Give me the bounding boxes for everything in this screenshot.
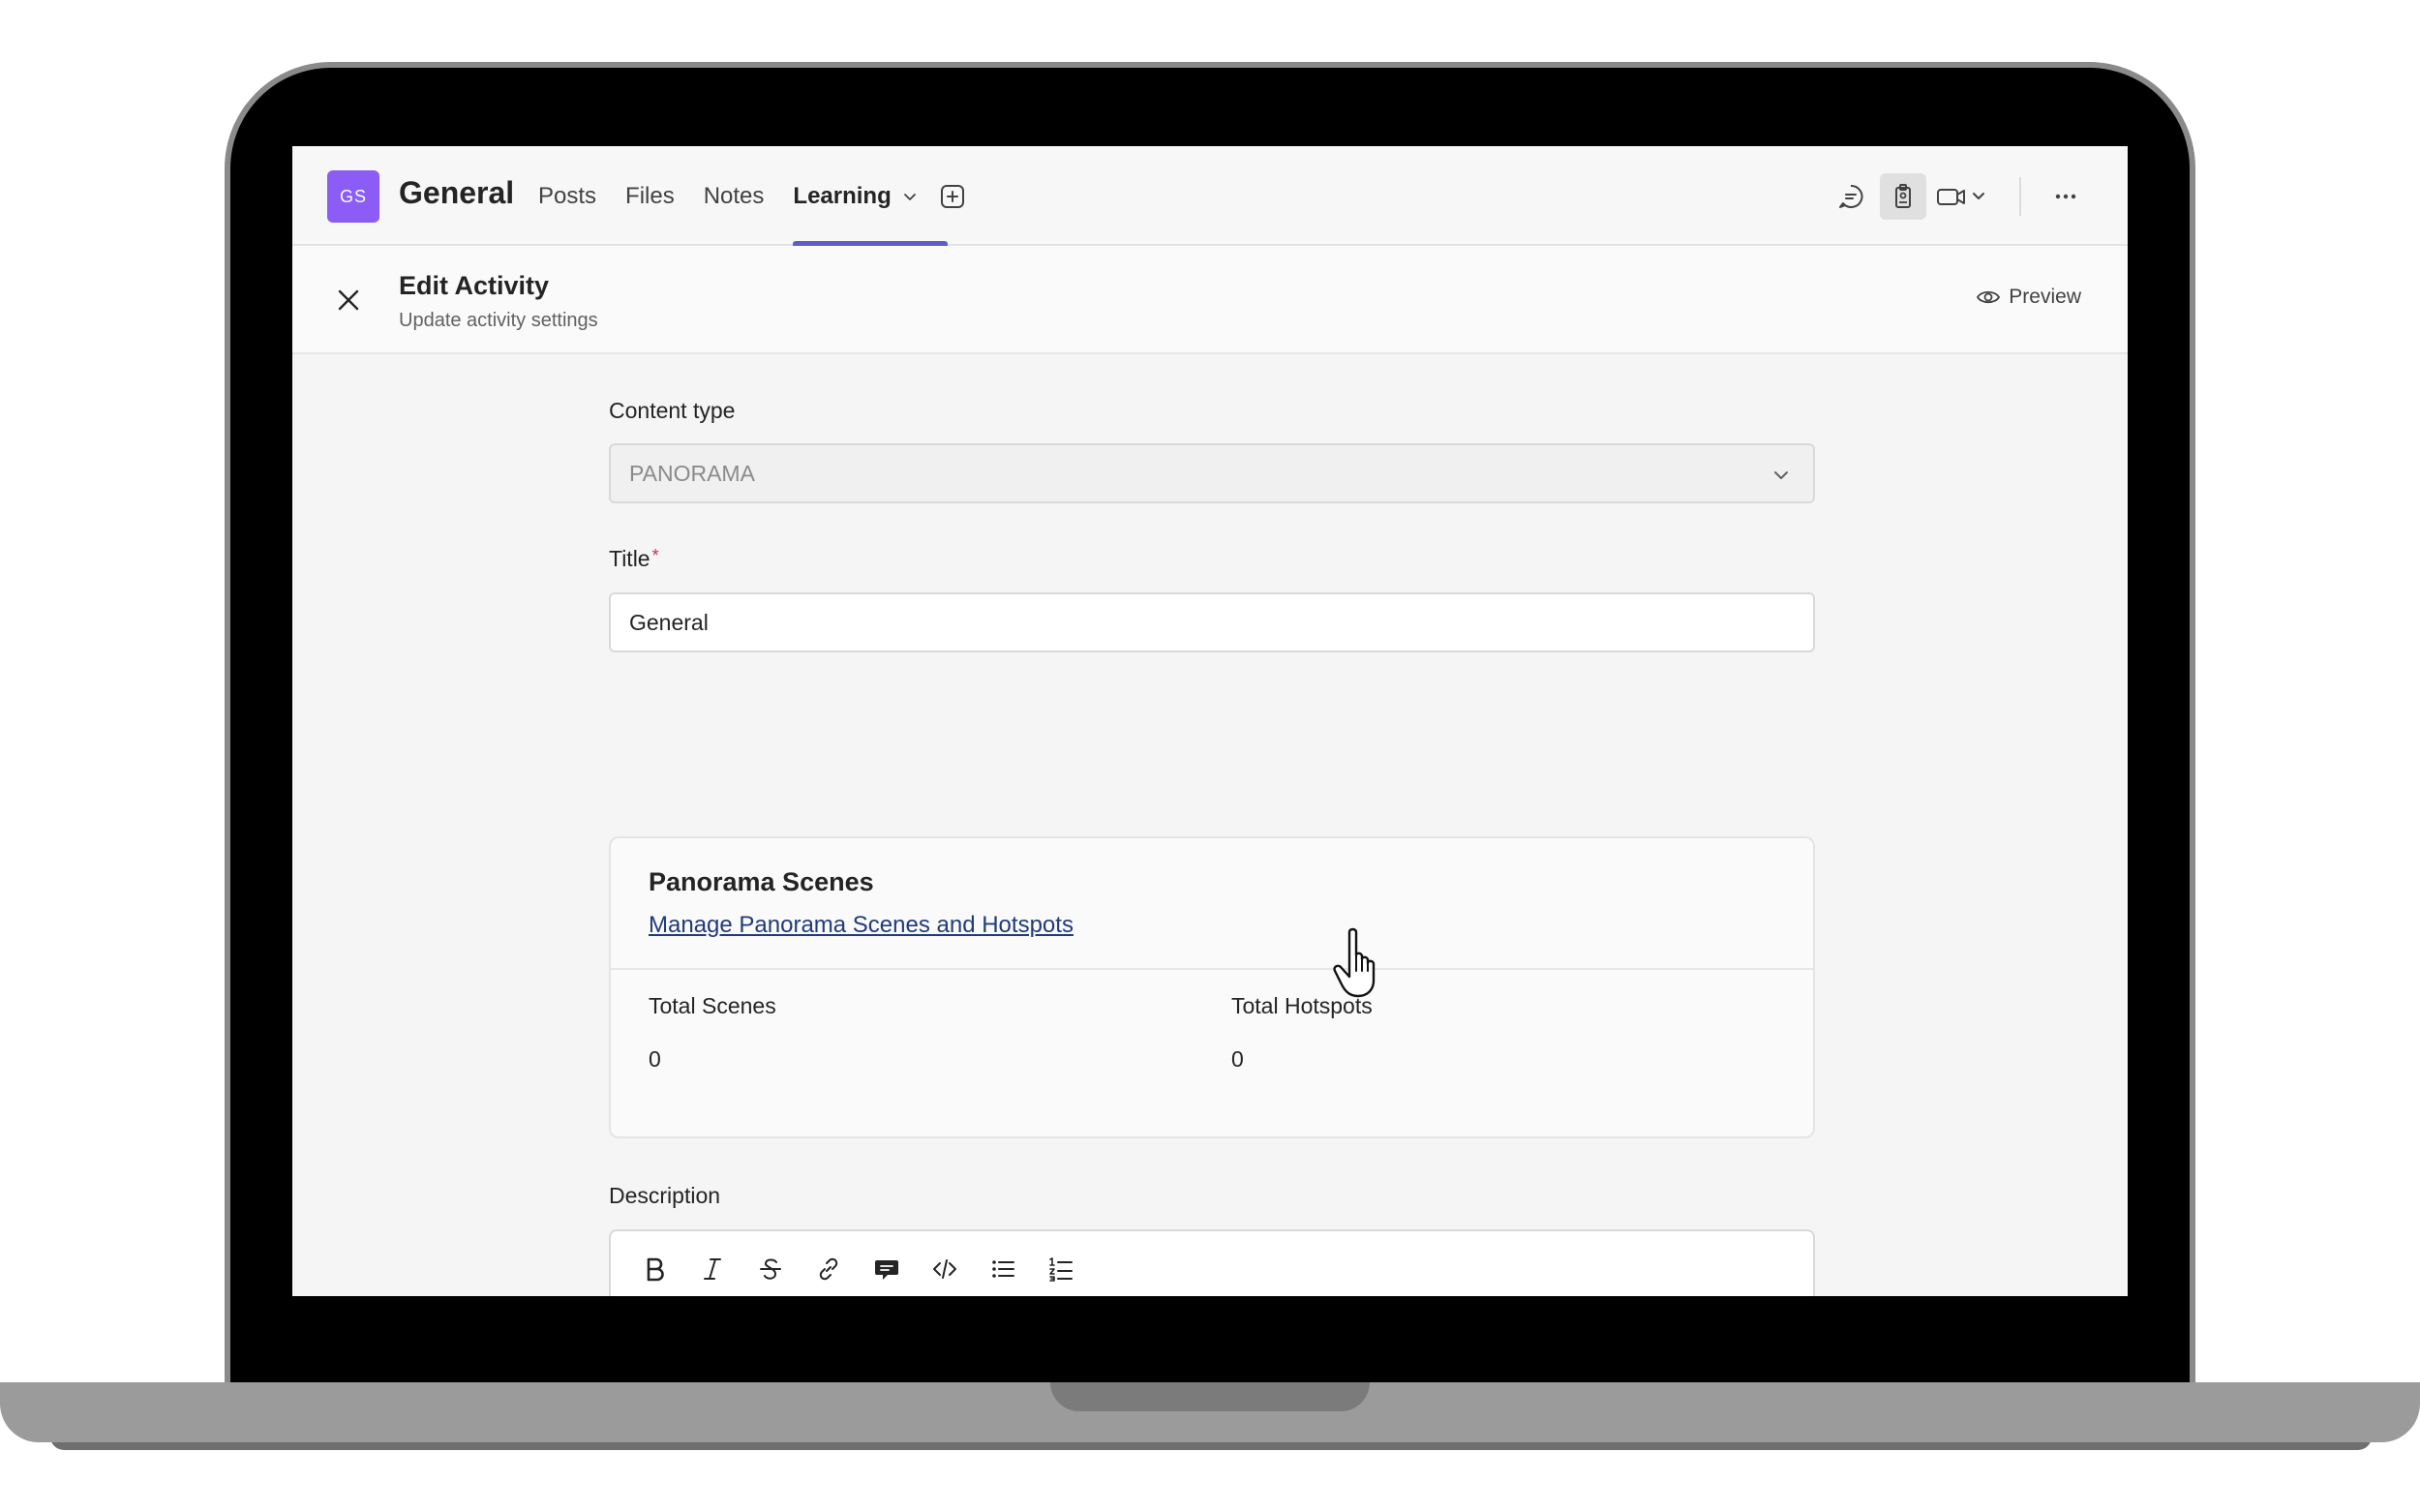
panorama-scenes-card: Panorama Scenes Manage Panorama Scenes a… xyxy=(609,836,1815,1138)
tab-notes[interactable]: Notes xyxy=(704,146,765,246)
channel-header: GS General Posts Files Notes Learning xyxy=(292,146,2128,246)
content-type-value: PANORAMA xyxy=(629,460,755,486)
tab-posts[interactable]: Posts xyxy=(538,146,596,246)
hand-pointer-cursor xyxy=(1332,926,1386,1000)
total-hotspots-value: 0 xyxy=(1231,1046,1244,1072)
numbered-list-icon[interactable] xyxy=(1042,1250,1080,1288)
total-hotspots-stat: Total Hotspots 0 xyxy=(1231,993,1373,1073)
chat-icon[interactable] xyxy=(1828,173,1874,220)
panorama-scenes-header: Panorama Scenes Manage Panorama Scenes a… xyxy=(611,838,1813,970)
tab-learning-label: Learning xyxy=(793,182,892,209)
italic-icon[interactable] xyxy=(693,1250,732,1288)
preview-label: Preview xyxy=(2009,286,2081,308)
content-type-select[interactable]: PANORAMA xyxy=(609,443,1815,503)
tab-files[interactable]: Files xyxy=(625,146,675,246)
tab-learning[interactable]: Learning xyxy=(793,146,949,246)
strikethrough-icon[interactable] xyxy=(751,1250,790,1288)
title-input[interactable]: General xyxy=(609,592,1815,652)
laptop-notch xyxy=(1050,1382,1370,1411)
editor-toolbar xyxy=(611,1231,1813,1296)
eye-icon xyxy=(1977,290,2001,304)
more-options-icon[interactable] xyxy=(2042,173,2089,220)
page-subtitle: Update activity settings xyxy=(399,310,598,331)
content-type-label: Content type xyxy=(609,398,736,423)
bullet-list-icon[interactable] xyxy=(983,1250,1022,1288)
title-label: Title * xyxy=(609,546,659,572)
total-scenes-stat: Total Scenes 0 xyxy=(649,993,776,1073)
preview-button[interactable]: Preview xyxy=(1976,285,2081,310)
description-editor[interactable] xyxy=(609,1229,1815,1296)
page-title: Edit Activity xyxy=(399,271,550,300)
add-tab-icon[interactable] xyxy=(939,183,966,210)
total-scenes-label: Total Scenes xyxy=(649,993,776,1018)
bold-icon[interactable] xyxy=(635,1250,674,1288)
channel-title: General xyxy=(399,175,515,210)
edit-activity-header: Edit Activity Update activity settings P… xyxy=(292,246,2128,354)
close-icon[interactable] xyxy=(329,281,368,319)
code-icon[interactable] xyxy=(925,1250,964,1288)
video-call-icon[interactable] xyxy=(1930,173,1998,220)
chevron-down-icon xyxy=(1770,465,1792,492)
manage-scenes-link[interactable]: Manage Panorama Scenes and Hotspots xyxy=(649,912,1074,939)
title-label-text: Title xyxy=(609,546,650,571)
comment-icon[interactable] xyxy=(867,1250,906,1288)
chevron-down-icon xyxy=(901,188,919,205)
required-mark: * xyxy=(651,546,659,565)
header-actions xyxy=(1828,173,2089,220)
header-divider xyxy=(2019,177,2021,216)
description-label: Description xyxy=(609,1183,721,1208)
clipboard-icon[interactable] xyxy=(1880,173,1926,220)
link-icon[interactable] xyxy=(809,1250,848,1288)
panorama-scenes-title: Panorama Scenes xyxy=(649,867,874,896)
app-screen: GS General Posts Files Notes Learning Ed… xyxy=(292,146,2128,1296)
team-avatar[interactable]: GS xyxy=(327,170,379,223)
channel-tabs: Posts Files Notes Learning xyxy=(538,146,949,246)
total-scenes-value: 0 xyxy=(649,1046,661,1072)
